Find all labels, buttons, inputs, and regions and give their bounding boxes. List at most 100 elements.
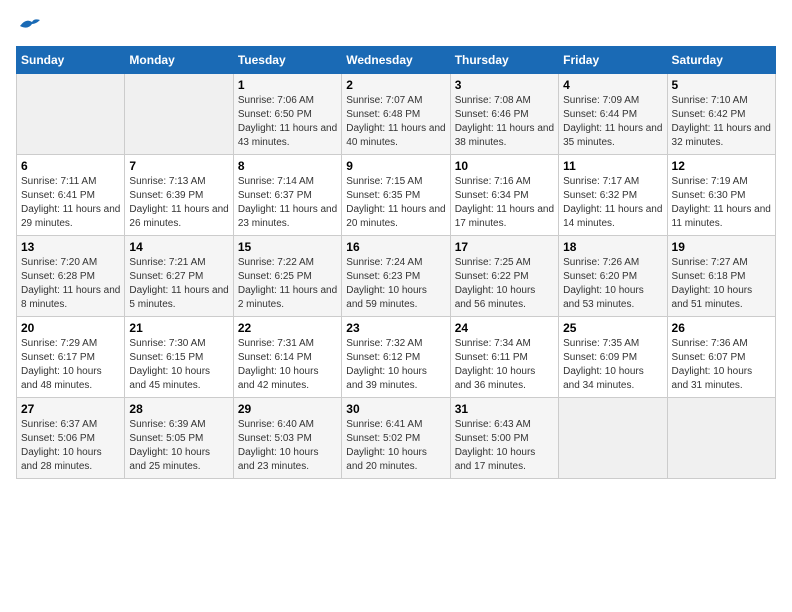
- calendar-cell: 13 Sunrise: 7:20 AMSunset: 6:28 PMDayligh…: [17, 236, 125, 317]
- day-number: 13: [21, 240, 120, 254]
- day-info: Sunrise: 7:22 AMSunset: 6:25 PMDaylight:…: [238, 256, 337, 312]
- day-info: Sunrise: 7:35 AMSunset: 6:09 PMDaylight:…: [563, 337, 662, 393]
- day-number: 27: [21, 402, 120, 416]
- calendar-cell: 25 Sunrise: 7:35 AMSunset: 6:09 PMDayligh…: [559, 317, 667, 398]
- day-number: 21: [129, 321, 228, 335]
- weekday-header-row: SundayMondayTuesdayWednesdayThursdayFrid…: [17, 47, 776, 74]
- calendar-cell: 29 Sunrise: 6:40 AMSunset: 5:03 PMDayligh…: [233, 398, 341, 479]
- day-info: Sunrise: 7:24 AMSunset: 6:23 PMDaylight:…: [346, 256, 445, 312]
- day-number: 11: [563, 159, 662, 173]
- calendar-cell: [667, 398, 775, 479]
- day-info: Sunrise: 7:19 AMSunset: 6:30 PMDaylight:…: [672, 175, 771, 231]
- weekday-header-sunday: Sunday: [17, 47, 125, 74]
- calendar-cell: 10 Sunrise: 7:16 AMSunset: 6:34 PMDayligh…: [450, 155, 558, 236]
- day-info: Sunrise: 6:43 AMSunset: 5:00 PMDaylight:…: [455, 418, 554, 474]
- calendar-cell: [17, 74, 125, 155]
- calendar-cell: 14Sunrise: 7:21 AMSunset: 6:27 PMDayligh…: [125, 236, 233, 317]
- day-info: Sunrise: 7:20 AMSunset: 6:28 PMDaylight:…: [21, 256, 120, 312]
- day-number: 16: [346, 240, 445, 254]
- calendar-cell: 31 Sunrise: 6:43 AMSunset: 5:00 PMDayligh…: [450, 398, 558, 479]
- day-info: Sunrise: 6:37 AMSunset: 5:06 PMDaylight:…: [21, 418, 120, 474]
- calendar-cell: 27 Sunrise: 6:37 AMSunset: 5:06 PMDayligh…: [17, 398, 125, 479]
- calendar-table: SundayMondayTuesdayWednesdayThursdayFrid…: [16, 46, 776, 479]
- day-number: 26: [672, 321, 771, 335]
- calendar-week-row: 20 Sunrise: 7:29 AMSunset: 6:17 PMDayligh…: [17, 317, 776, 398]
- day-number: 22: [238, 321, 337, 335]
- day-info: Sunrise: 7:15 AMSunset: 6:35 PMDaylight:…: [346, 175, 445, 231]
- calendar-cell: 2Sunrise: 7:07 AMSunset: 6:48 PMDaylight…: [342, 74, 450, 155]
- logo-bird-icon: [18, 16, 40, 34]
- day-number: 18: [563, 240, 662, 254]
- day-info: Sunrise: 7:30 AMSunset: 6:15 PMDaylight:…: [129, 337, 228, 393]
- day-number: 1: [238, 78, 337, 92]
- day-number: 20: [21, 321, 120, 335]
- day-info: Sunrise: 7:36 AMSunset: 6:07 PMDaylight:…: [672, 337, 771, 393]
- day-number: 17: [455, 240, 554, 254]
- day-number: 30: [346, 402, 445, 416]
- day-number: 5: [672, 78, 771, 92]
- day-info: Sunrise: 7:06 AMSunset: 6:50 PMDaylight:…: [238, 94, 337, 150]
- calendar-cell: 26 Sunrise: 7:36 AMSunset: 6:07 PMDayligh…: [667, 317, 775, 398]
- calendar-cell: 28Sunrise: 6:39 AMSunset: 5:05 PMDayligh…: [125, 398, 233, 479]
- day-info: Sunrise: 7:09 AMSunset: 6:44 PMDaylight:…: [563, 94, 662, 150]
- calendar-cell: 20 Sunrise: 7:29 AMSunset: 6:17 PMDayligh…: [17, 317, 125, 398]
- day-info: Sunrise: 7:29 AMSunset: 6:17 PMDaylight:…: [21, 337, 120, 393]
- day-info: Sunrise: 7:25 AMSunset: 6:22 PMDaylight:…: [455, 256, 554, 312]
- day-number: 6: [21, 159, 120, 173]
- day-info: Sunrise: 7:21 AMSunset: 6:27 PMDaylight:…: [129, 256, 228, 312]
- day-info: Sunrise: 7:16 AMSunset: 6:34 PMDaylight:…: [455, 175, 554, 231]
- calendar-cell: 15 Sunrise: 7:22 AMSunset: 6:25 PMDayligh…: [233, 236, 341, 317]
- weekday-header-thursday: Thursday: [450, 47, 558, 74]
- weekday-header-friday: Friday: [559, 47, 667, 74]
- calendar-cell: 12Sunrise: 7:19 AMSunset: 6:30 PMDayligh…: [667, 155, 775, 236]
- calendar-cell: 22 Sunrise: 7:31 AMSunset: 6:14 PMDayligh…: [233, 317, 341, 398]
- calendar-cell: 8 Sunrise: 7:14 AMSunset: 6:37 PMDaylight…: [233, 155, 341, 236]
- day-number: 23: [346, 321, 445, 335]
- calendar-cell: 24Sunrise: 7:34 AMSunset: 6:11 PMDayligh…: [450, 317, 558, 398]
- page-header: [16, 16, 776, 34]
- calendar-cell: 7 Sunrise: 7:13 AMSunset: 6:39 PMDaylight…: [125, 155, 233, 236]
- calendar-week-row: 6 Sunrise: 7:11 AMSunset: 6:41 PMDaylight…: [17, 155, 776, 236]
- day-number: 4: [563, 78, 662, 92]
- calendar-cell: 21 Sunrise: 7:30 AMSunset: 6:15 PMDayligh…: [125, 317, 233, 398]
- day-info: Sunrise: 7:17 AMSunset: 6:32 PMDaylight:…: [563, 175, 662, 231]
- calendar-cell: 3Sunrise: 7:08 AMSunset: 6:46 PMDaylight…: [450, 74, 558, 155]
- day-info: Sunrise: 7:14 AMSunset: 6:37 PMDaylight:…: [238, 175, 337, 231]
- calendar-cell: 18 Sunrise: 7:26 AMSunset: 6:20 PMDayligh…: [559, 236, 667, 317]
- day-info: Sunrise: 6:40 AMSunset: 5:03 PMDaylight:…: [238, 418, 337, 474]
- weekday-header-wednesday: Wednesday: [342, 47, 450, 74]
- day-number: 19: [672, 240, 771, 254]
- day-number: 10: [455, 159, 554, 173]
- calendar-cell: 9Sunrise: 7:15 AMSunset: 6:35 PMDaylight…: [342, 155, 450, 236]
- calendar-week-row: 13 Sunrise: 7:20 AMSunset: 6:28 PMDayligh…: [17, 236, 776, 317]
- day-number: 29: [238, 402, 337, 416]
- day-info: Sunrise: 6:41 AMSunset: 5:02 PMDaylight:…: [346, 418, 445, 474]
- day-info: Sunrise: 7:34 AMSunset: 6:11 PMDaylight:…: [455, 337, 554, 393]
- calendar-cell: 16 Sunrise: 7:24 AMSunset: 6:23 PMDayligh…: [342, 236, 450, 317]
- day-number: 31: [455, 402, 554, 416]
- calendar-cell: 23 Sunrise: 7:32 AMSunset: 6:12 PMDayligh…: [342, 317, 450, 398]
- day-info: Sunrise: 7:27 AMSunset: 6:18 PMDaylight:…: [672, 256, 771, 312]
- logo: [16, 16, 40, 34]
- day-info: Sunrise: 6:39 AMSunset: 5:05 PMDaylight:…: [129, 418, 228, 474]
- day-number: 15: [238, 240, 337, 254]
- weekday-header-monday: Monday: [125, 47, 233, 74]
- day-info: Sunrise: 7:07 AMSunset: 6:48 PMDaylight:…: [346, 94, 445, 150]
- day-number: 8: [238, 159, 337, 173]
- day-info: Sunrise: 7:11 AMSunset: 6:41 PMDaylight:…: [21, 175, 120, 231]
- day-number: 7: [129, 159, 228, 173]
- day-info: Sunrise: 7:26 AMSunset: 6:20 PMDaylight:…: [563, 256, 662, 312]
- calendar-cell: 30 Sunrise: 6:41 AMSunset: 5:02 PMDayligh…: [342, 398, 450, 479]
- calendar-cell: 5Sunrise: 7:10 AMSunset: 6:42 PMDaylight…: [667, 74, 775, 155]
- calendar-week-row: 27 Sunrise: 6:37 AMSunset: 5:06 PMDayligh…: [17, 398, 776, 479]
- day-info: Sunrise: 7:32 AMSunset: 6:12 PMDaylight:…: [346, 337, 445, 393]
- calendar-week-row: 1 Sunrise: 7:06 AMSunset: 6:50 PMDaylight…: [17, 74, 776, 155]
- day-info: Sunrise: 7:13 AMSunset: 6:39 PMDaylight:…: [129, 175, 228, 231]
- calendar-cell: 1 Sunrise: 7:06 AMSunset: 6:50 PMDaylight…: [233, 74, 341, 155]
- weekday-header-tuesday: Tuesday: [233, 47, 341, 74]
- calendar-cell: 11 Sunrise: 7:17 AMSunset: 6:32 PMDayligh…: [559, 155, 667, 236]
- calendar-cell: 4 Sunrise: 7:09 AMSunset: 6:44 PMDaylight…: [559, 74, 667, 155]
- day-info: Sunrise: 7:31 AMSunset: 6:14 PMDaylight:…: [238, 337, 337, 393]
- day-info: Sunrise: 7:08 AMSunset: 6:46 PMDaylight:…: [455, 94, 554, 150]
- day-number: 25: [563, 321, 662, 335]
